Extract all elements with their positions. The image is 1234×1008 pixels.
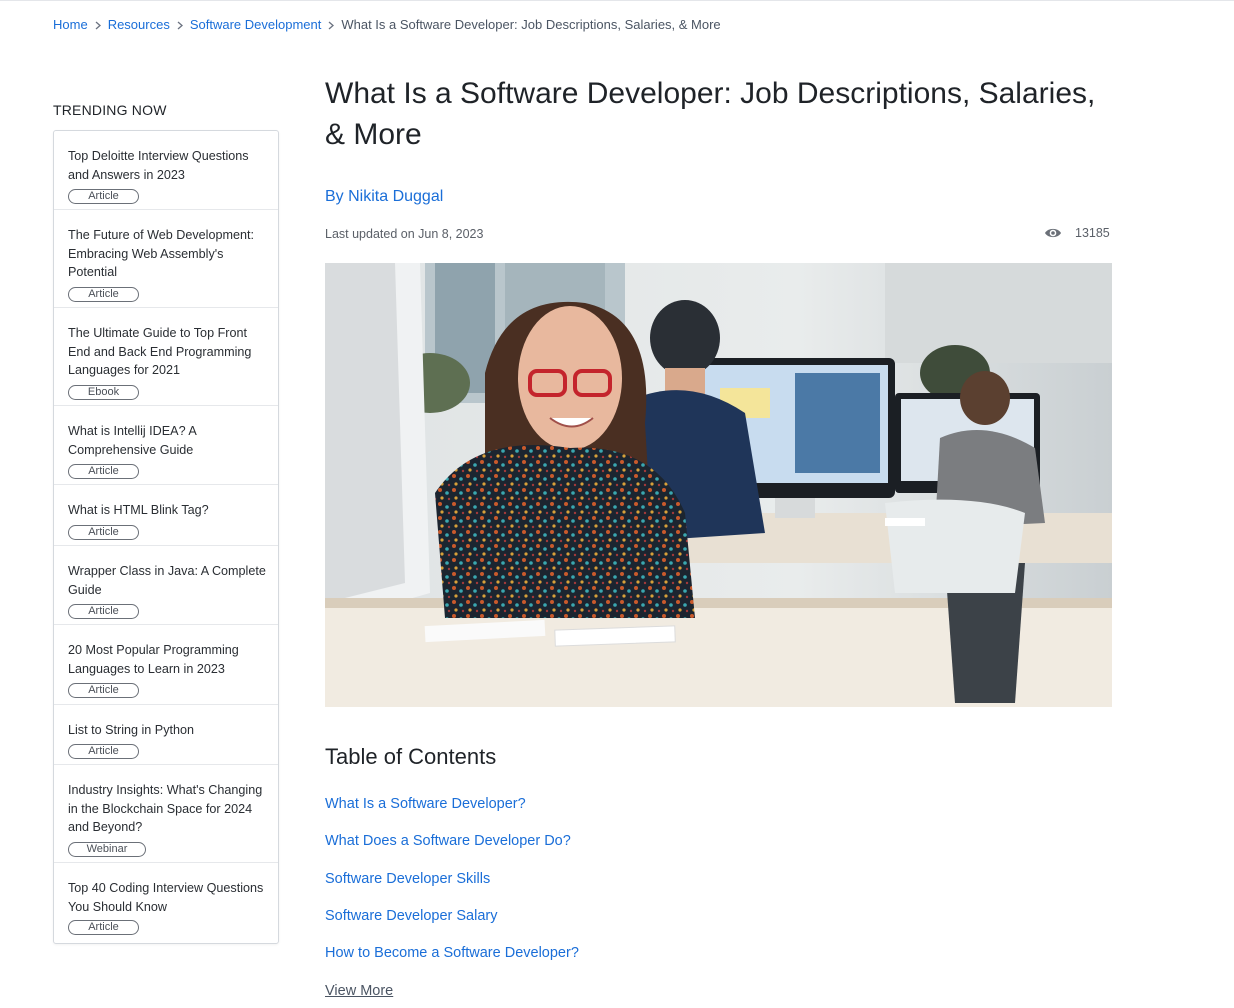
trending-item[interactable]: 20 Most Popular Programming Languages to…: [54, 625, 278, 705]
breadcrumb-resources-link[interactable]: Resources: [108, 17, 170, 32]
trending-item-title[interactable]: What is HTML Blink Tag?: [68, 501, 268, 520]
trending-item-title[interactable]: The Future of Web Development: Embracing…: [68, 226, 268, 282]
content-type-badge: Article: [68, 744, 139, 759]
trending-item-title[interactable]: Top Deloitte Interview Questions and Ans…: [68, 147, 268, 184]
article-hero-image: [325, 263, 1112, 707]
content-type-badge: Article: [68, 683, 139, 698]
trending-item-title[interactable]: What is Intellij IDEA? A Comprehensive G…: [68, 422, 268, 459]
view-count: 13185: [1044, 226, 1110, 240]
content-type-badge: Webinar: [68, 842, 146, 857]
breadcrumb-home-link[interactable]: Home: [53, 17, 88, 32]
trending-item[interactable]: Wrapper Class in Java: A Complete Guide …: [54, 546, 278, 625]
trending-heading: TRENDING NOW: [53, 102, 167, 118]
chevron-right-icon: [170, 17, 190, 32]
content-type-badge: Article: [68, 525, 139, 540]
view-count-value: 13185: [1075, 226, 1110, 240]
trending-item[interactable]: Industry Insights: What's Changing in th…: [54, 765, 278, 863]
article-title: What Is a Software Developer: Job Descri…: [325, 77, 1096, 151]
toc-link-how-to-become[interactable]: How to Become a Software Developer?: [325, 945, 579, 961]
breadcrumb: Home Resources Software Development What…: [53, 15, 721, 33]
toc-link-salary[interactable]: Software Developer Salary: [325, 908, 497, 924]
content-type-badge: Article: [68, 604, 139, 619]
last-updated-date: Last updated on Jun 8, 2023: [325, 227, 484, 241]
trending-item[interactable]: What is Intellij IDEA? A Comprehensive G…: [54, 406, 278, 485]
content-type-badge: Article: [68, 287, 139, 302]
breadcrumb-category-link[interactable]: Software Development: [190, 17, 322, 32]
trending-item-title[interactable]: Industry Insights: What's Changing in th…: [68, 781, 268, 837]
trending-item[interactable]: Top 40 Coding Interview Questions You Sh…: [54, 863, 278, 943]
trending-item[interactable]: The Future of Web Development: Embracing…: [54, 210, 278, 308]
toc-link-what-does[interactable]: What Does a Software Developer Do?: [325, 833, 571, 849]
trending-item-title[interactable]: The Ultimate Guide to Top Front End and …: [68, 324, 268, 380]
breadcrumb-current: What Is a Software Developer: Job Descri…: [341, 16, 721, 32]
toc-link-what-is[interactable]: What Is a Software Developer?: [325, 796, 526, 812]
chevron-right-icon: [88, 17, 108, 32]
author-link[interactable]: By Nikita Duggal: [325, 188, 443, 206]
view-more-link[interactable]: View More: [325, 983, 393, 999]
trending-item[interactable]: List to String in Python Article: [54, 705, 278, 765]
toc-heading: Table of Contents: [325, 744, 497, 769]
top-divider: [0, 0, 1234, 1]
content-type-badge: Article: [68, 189, 139, 204]
trending-item[interactable]: The Ultimate Guide to Top Front End and …: [54, 308, 278, 406]
content-type-badge: Ebook: [68, 385, 139, 400]
trending-list: Top Deloitte Interview Questions and Ans…: [53, 130, 279, 944]
content-type-badge: Article: [68, 920, 139, 935]
trending-item-title[interactable]: 20 Most Popular Programming Languages to…: [68, 641, 268, 678]
trending-item-title[interactable]: Wrapper Class in Java: A Complete Guide: [68, 562, 268, 599]
trending-item[interactable]: Top Deloitte Interview Questions and Ans…: [54, 131, 278, 210]
trending-item[interactable]: What is HTML Blink Tag? Article: [54, 485, 278, 546]
content-type-badge: Article: [68, 464, 139, 479]
trending-item-title[interactable]: List to String in Python: [68, 721, 268, 740]
trending-item-title[interactable]: Top 40 Coding Interview Questions You Sh…: [68, 879, 268, 916]
toc-link-skills[interactable]: Software Developer Skills: [325, 871, 490, 887]
eye-icon: [1045, 228, 1061, 238]
chevron-right-icon: [321, 17, 341, 32]
